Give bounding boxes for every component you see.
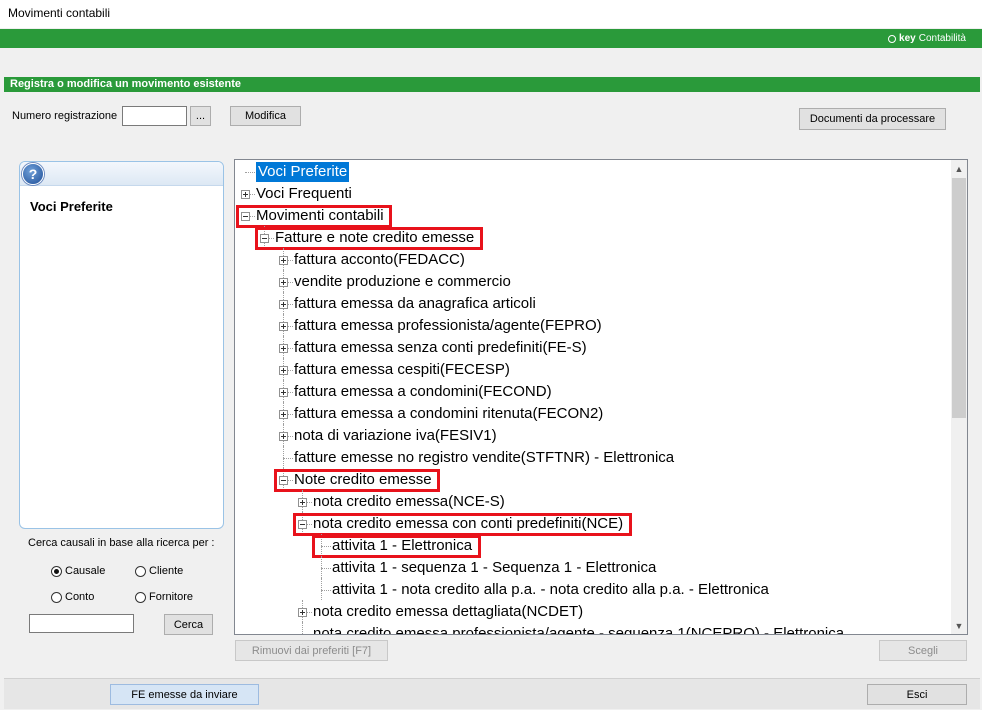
tree-connector <box>321 546 331 547</box>
tree-node[interactable]: Voci Preferite <box>256 162 350 182</box>
tree-node[interactable]: fattura acconto(FEDACC) <box>294 250 465 270</box>
radio-label: Causale <box>65 565 106 577</box>
tree-node[interactable]: attivita 1 - nota credito alla p.a. - no… <box>332 580 769 600</box>
top-band <box>0 29 982 48</box>
tree-connector <box>321 556 322 578</box>
tree-node[interactable]: nota credito emessa(NCE-S) <box>313 492 505 512</box>
collapse-minus-icon[interactable] <box>241 212 250 221</box>
expand-plus-icon[interactable] <box>279 278 288 287</box>
search-input[interactable] <box>29 614 134 633</box>
tree-node[interactable]: vendite produzione e commercio <box>294 272 511 292</box>
documents-to-process-button[interactable]: Documenti da processare <box>799 108 946 130</box>
tree-node[interactable]: fattura emessa cespiti(FECESP) <box>294 360 510 380</box>
radio-conto[interactable]: Conto <box>51 591 94 603</box>
tree-node[interactable]: Movimenti contabili <box>256 206 384 226</box>
window-title: Movimenti contabili <box>8 6 111 20</box>
radio-label: Conto <box>65 591 95 603</box>
help-icon[interactable]: ? <box>22 163 44 185</box>
registration-number-input[interactable] <box>122 106 187 126</box>
brand-logo: key Contabilità <box>888 33 966 44</box>
power-icon <box>888 34 897 43</box>
radio-dot[interactable] <box>51 565 62 577</box>
tree-node[interactable]: Voci Frequenti <box>256 184 352 204</box>
radio-dot[interactable] <box>51 591 62 603</box>
expand-plus-icon[interactable] <box>298 608 307 617</box>
collapse-minus-icon[interactable] <box>279 476 288 485</box>
tree-node[interactable]: nota di variazione iva(FESIV1) <box>294 426 497 446</box>
collapse-minus-icon[interactable] <box>260 234 269 243</box>
brand-bold: key <box>899 33 916 44</box>
title-bar <box>0 0 982 28</box>
search-label: Cerca causali in base alla ricerca per : <box>28 537 215 549</box>
tree-node[interactable]: fattura emessa a condomini(FECOND) <box>294 382 552 402</box>
registration-number-label: Numero registrazione <box>12 110 118 122</box>
tree-node[interactable]: Note credito emesse <box>294 470 432 490</box>
tree-content: Voci Preferite Voci Frequenti Movimenti co… <box>235 160 951 634</box>
modify-button[interactable]: Modifica <box>230 106 301 126</box>
radio-label: Fornitore <box>149 591 194 603</box>
expand-plus-icon[interactable] <box>279 366 288 375</box>
scroll-thumb[interactable] <box>952 178 966 418</box>
radio-dot[interactable] <box>135 565 146 577</box>
tree-connector <box>321 568 331 569</box>
tree-connector <box>245 172 255 173</box>
expand-plus-icon[interactable] <box>279 300 288 309</box>
vertical-scrollbar[interactable]: ▲ ▼ <box>951 160 967 634</box>
tree-connector <box>283 458 293 459</box>
help-panel-title: Voci Preferite <box>30 199 113 214</box>
tree-node[interactable]: fattura emessa professionista/agente(FEP… <box>294 316 602 336</box>
expand-plus-icon[interactable] <box>279 410 288 419</box>
causali-tree[interactable]: Voci Preferite Voci Frequenti Movimenti co… <box>234 159 968 635</box>
tree-node[interactable]: Fatture e note credito emesse <box>275 228 474 248</box>
tree-node[interactable]: attivita 1 - Elettronica <box>332 536 472 556</box>
tree-node[interactable]: fatture emesse no registro vendite(STFTN… <box>294 448 674 468</box>
remove-favorite-button[interactable]: Rimuovi dai preferiti [F7] <box>235 640 388 661</box>
tree-connector <box>321 578 322 600</box>
fe-to-send-button[interactable]: FE emesse da inviare <box>110 684 259 705</box>
tree-node[interactable]: fattura emessa a condomini ritenuta(FECO… <box>294 404 603 424</box>
tree-node[interactable]: nota credito emessa dettagliata(NCDET) <box>313 602 583 622</box>
search-button[interactable]: Cerca <box>164 614 213 635</box>
tree-connector <box>321 590 331 591</box>
browse-button[interactable]: ... <box>190 106 211 126</box>
tree-connector <box>302 622 303 634</box>
tree-node[interactable]: nota credito emessa con conti predefinit… <box>313 514 623 534</box>
tree-node[interactable]: attivita 1 - sequenza 1 - Sequenza 1 - E… <box>332 558 656 578</box>
tree-connector <box>321 534 322 556</box>
radio-causale[interactable]: Causale <box>51 565 105 577</box>
help-panel: ? Voci Preferite <box>19 161 224 529</box>
expand-plus-icon[interactable] <box>279 344 288 353</box>
scroll-down-arrow-icon[interactable]: ▼ <box>951 617 967 634</box>
section-header: Registra o modifica un movimento esisten… <box>4 77 980 92</box>
help-panel-header <box>20 162 223 186</box>
tree-node[interactable]: fattura emessa senza conti predefiniti(F… <box>294 338 587 358</box>
brand-rest: Contabilità <box>918 33 966 44</box>
radio-cliente[interactable]: Cliente <box>135 565 183 577</box>
expand-plus-icon[interactable] <box>279 256 288 265</box>
radio-dot[interactable] <box>135 591 146 603</box>
expand-plus-icon[interactable] <box>241 190 250 199</box>
exit-button[interactable]: Esci <box>867 684 967 705</box>
expand-plus-icon[interactable] <box>279 322 288 331</box>
expand-plus-icon[interactable] <box>279 388 288 397</box>
tree-node[interactable]: fattura emessa da anagrafica articoli <box>294 294 536 314</box>
tree-node[interactable]: nota credito emessa professionista/agent… <box>313 624 844 634</box>
expand-plus-icon[interactable] <box>279 432 288 441</box>
choose-button[interactable]: Scegli <box>879 640 967 661</box>
scroll-up-arrow-icon[interactable]: ▲ <box>951 160 967 177</box>
radio-label: Cliente <box>149 565 184 577</box>
tree-connector <box>283 446 284 468</box>
collapse-minus-icon[interactable] <box>298 520 307 529</box>
expand-plus-icon[interactable] <box>298 498 307 507</box>
radio-fornitore[interactable]: Fornitore <box>135 591 193 603</box>
